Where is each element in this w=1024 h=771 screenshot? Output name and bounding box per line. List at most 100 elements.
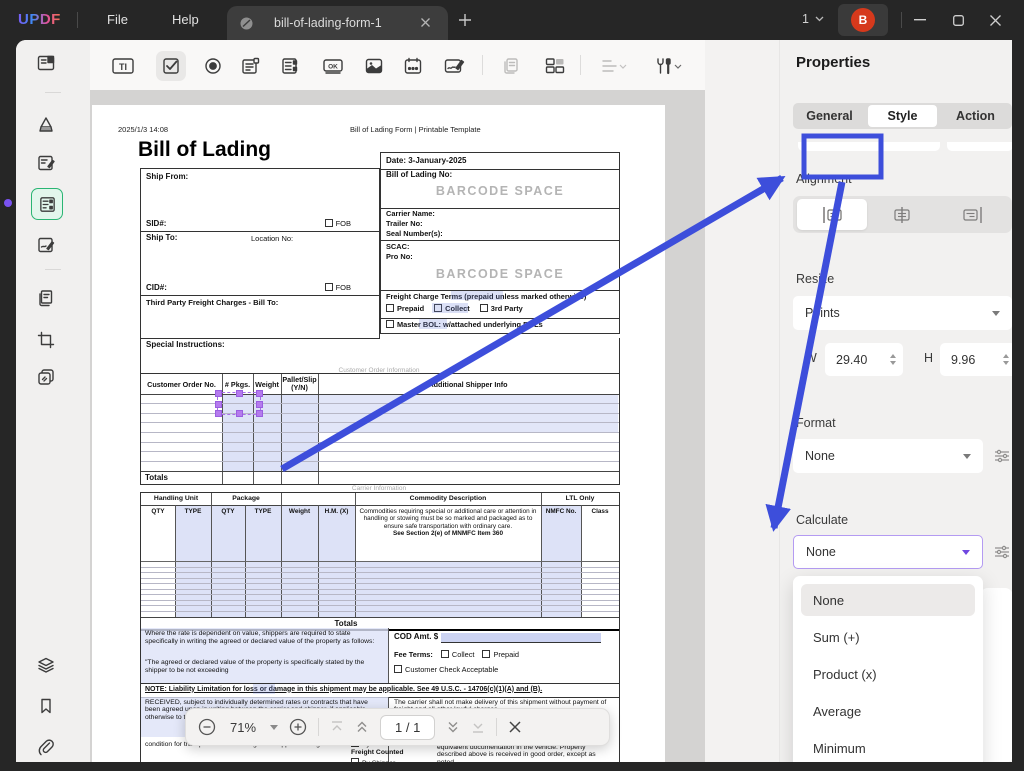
zoom-out-button[interactable] — [198, 718, 216, 736]
more-tools-icon[interactable] — [31, 362, 61, 392]
selected-form-field[interactable] — [218, 393, 260, 414]
commodity-note: Commodities requiring special or additio… — [359, 508, 537, 538]
tab-action[interactable]: Action — [939, 103, 1012, 129]
close-tab-icon[interactable] — [420, 17, 431, 28]
agreed-clause-text: "The agreed or declared value of the pro… — [145, 659, 383, 674]
app-surface: TI OK — [16, 40, 1012, 762]
comment-tool-icon[interactable] — [31, 110, 61, 140]
titlebar-divider — [77, 12, 78, 28]
minimize-button[interactable] — [914, 19, 926, 21]
page-count-dropdown[interactable]: 1 — [802, 12, 824, 26]
carrier-box: Carrier Name: Trailer No: Seal Number(s)… — [380, 208, 620, 241]
text-field-tool-icon[interactable]: TI — [108, 51, 138, 81]
last-page-button[interactable] — [471, 720, 485, 734]
format-select[interactable]: None — [793, 439, 983, 473]
sign-tool-icon[interactable] — [31, 230, 61, 260]
checkbox-tool-icon[interactable] — [156, 51, 186, 81]
width-stepper[interactable] — [890, 354, 896, 365]
previous-page-button[interactable] — [355, 720, 369, 734]
attachments-panel-icon[interactable] — [31, 732, 61, 762]
toolbar-divider — [580, 55, 581, 75]
col-header: QTY — [141, 508, 175, 515]
close-window-button[interactable] — [990, 15, 1001, 26]
chevron-down-icon — [815, 16, 824, 22]
menu-help[interactable]: Help — [172, 12, 199, 27]
customer-check-row: Customer Check Acceptable — [394, 665, 498, 674]
calc-option-product[interactable]: Product (x) — [801, 658, 975, 690]
rate-clause-text: Where the rate is dependent on value, sh… — [145, 630, 383, 645]
pdf-page[interactable]: 2025/1/3 14:08 Bill of Lading Form | Pri… — [92, 105, 665, 762]
date-field-tool-icon[interactable] — [398, 51, 428, 81]
align-left-button[interactable] — [797, 199, 867, 230]
bol-no-box: Bill of Lading No: BARCODE SPACE — [380, 168, 620, 209]
col-header: H.M. (X) — [318, 508, 355, 515]
signature-field-tool-icon[interactable] — [439, 51, 469, 81]
resize-unit-value: Points — [805, 306, 840, 320]
height-input[interactable]: 9.96 — [940, 343, 1012, 376]
menu-file[interactable]: File — [107, 12, 128, 27]
field-layout-grid-icon[interactable] — [540, 51, 570, 81]
reader-mode-icon[interactable] — [31, 48, 61, 78]
account-button[interactable]: B — [838, 4, 888, 36]
page-indicator-box[interactable]: 1 / 1 — [380, 715, 435, 740]
zoom-dropdown-caret[interactable] — [270, 725, 278, 730]
ship-from-label: Ship From: — [146, 172, 188, 181]
properties-tabs: General Style Action — [793, 103, 1012, 129]
zoom-level[interactable]: 71% — [227, 720, 259, 735]
new-tab-button[interactable] — [458, 13, 472, 27]
zoom-in-button[interactable] — [289, 718, 307, 736]
document-canvas[interactable]: 2025/1/3 14:08 Bill of Lading Form | Pri… — [90, 90, 705, 762]
close-zoombar-button[interactable] — [508, 720, 522, 734]
organize-pages-icon[interactable] — [31, 283, 61, 313]
special-instructions-label: Special Instructions: — [146, 340, 225, 349]
calculate-settings-icon[interactable] — [993, 543, 1011, 561]
col-header: LTL Only — [541, 495, 619, 502]
scac-label: SCAC: — [386, 242, 409, 251]
align-right-button[interactable] — [938, 199, 1008, 230]
format-settings-icon[interactable] — [993, 447, 1011, 465]
dropdown-tool-icon[interactable] — [236, 51, 266, 81]
calc-option-sum[interactable]: Sum (+) — [801, 621, 975, 653]
push-button-tool-icon[interactable]: OK — [318, 51, 348, 81]
ship-to-label: Ship To: — [146, 233, 177, 242]
maximize-button[interactable] — [953, 15, 964, 26]
calc-option-average[interactable]: Average — [801, 695, 975, 727]
form-settings-icon[interactable] — [646, 51, 690, 81]
clipped-control — [947, 142, 1012, 151]
crop-tool-icon[interactable] — [31, 325, 61, 355]
fob-checkbox: FOB — [325, 219, 351, 228]
edit-pdf-icon[interactable] — [31, 148, 61, 178]
note-text: NOTE: Liability Limitation for loss or d… — [145, 686, 542, 693]
thumbnails-panel-icon[interactable] — [31, 650, 61, 680]
prepare-form-tool-active[interactable] — [31, 188, 63, 220]
height-label: H — [924, 351, 933, 365]
col-header: NMFC No. — [541, 508, 581, 515]
cod-amt-label: COD Amt. $ — [394, 632, 438, 641]
calc-option-minimum[interactable]: Minimum — [801, 732, 975, 762]
width-input[interactable]: 29.40 — [825, 343, 903, 376]
list-box-tool-icon[interactable] — [276, 51, 306, 81]
fob-checkbox-2: FOB — [325, 283, 351, 292]
calculate-select[interactable]: None — [793, 535, 983, 569]
align-center-button[interactable] — [867, 199, 937, 230]
chevron-down-icon — [992, 311, 1000, 316]
resize-unit-select[interactable]: Points — [793, 296, 1012, 330]
updf-logo[interactable]: UPDF — [18, 11, 61, 28]
calc-option-none[interactable]: None — [801, 584, 975, 616]
duplicate-field-icon[interactable] — [496, 51, 526, 81]
height-stepper[interactable] — [1003, 354, 1009, 365]
document-tab[interactable]: bill-of-lading-form-1 — [227, 6, 448, 40]
customer-totals-label: Totals — [145, 473, 168, 482]
tab-style[interactable]: Style — [868, 105, 937, 127]
tab-general[interactable]: General — [793, 103, 866, 129]
background-section — [980, 588, 1012, 762]
image-field-tool-icon[interactable] — [359, 51, 389, 81]
barcode-space-2: BARCODE SPACE — [381, 267, 619, 281]
bookmarks-panel-icon[interactable] — [31, 691, 61, 721]
first-page-button[interactable] — [330, 720, 344, 734]
radio-button-tool-icon[interactable] — [198, 51, 228, 81]
print-timestamp: 2025/1/3 14:08 — [118, 125, 168, 134]
chevron-down-icon — [674, 64, 682, 69]
next-page-button[interactable] — [446, 720, 460, 734]
align-fields-icon[interactable] — [594, 51, 634, 81]
